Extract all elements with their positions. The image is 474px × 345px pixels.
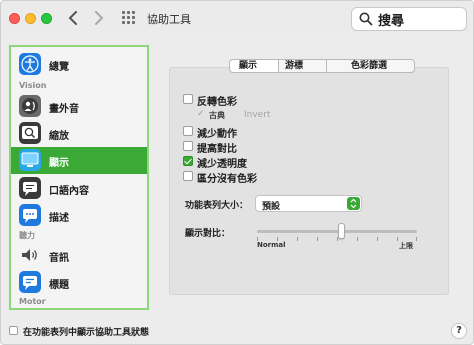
sidebar-item-descriptions[interactable]: 描述 bbox=[11, 202, 147, 229]
help-button[interactable]: ? bbox=[451, 323, 467, 339]
sidebar-item-label: 標題 bbox=[49, 280, 69, 291]
captions-icon bbox=[19, 271, 41, 293]
spoken-content-icon bbox=[19, 177, 41, 199]
sidebar-item-label: 總覽 bbox=[49, 62, 69, 73]
sidebar-item-label: 畫外音 bbox=[49, 104, 79, 115]
search-input[interactable] bbox=[376, 10, 464, 28]
show-in-menu-bar-label: 在功能表列中顯示協助工具狀態 bbox=[23, 328, 150, 338]
classic-invert-label: 古典 bbox=[209, 111, 225, 120]
sidebar-item-overview[interactable]: 總覽 bbox=[11, 51, 147, 78]
increase-contrast-checkbox[interactable] bbox=[183, 141, 193, 151]
sidebar-item-zoom[interactable]: 縮放 bbox=[11, 120, 147, 147]
sidebar-item-audio[interactable]: 音訊 bbox=[11, 242, 147, 269]
voiceover-icon bbox=[19, 95, 41, 117]
back-button[interactable] bbox=[63, 7, 85, 29]
sidebar-item-display[interactable]: 顯示 bbox=[11, 147, 147, 174]
display-contrast-slider[interactable] bbox=[257, 230, 417, 233]
zoom-window-button[interactable] bbox=[41, 13, 52, 24]
forward-button[interactable] bbox=[89, 7, 111, 29]
reduce-motion-label: 減少動作 bbox=[197, 129, 237, 140]
display-contrast-label: 顯示對比： bbox=[185, 229, 231, 239]
menu-bar-size-select[interactable]: 預設 bbox=[255, 195, 362, 212]
accessibility-icon bbox=[19, 53, 41, 75]
descriptions-icon bbox=[19, 204, 41, 226]
slider-tick bbox=[397, 237, 398, 241]
search-icon bbox=[359, 12, 373, 26]
search-field[interactable] bbox=[351, 7, 467, 31]
preferences-window: 協助工具 總覽 Vision bbox=[0, 0, 474, 345]
tab-display[interactable]: 顯示 bbox=[229, 59, 279, 73]
sidebar-section-hearing: 聽力 bbox=[19, 231, 35, 240]
tab-bar: 顯示 游標 色彩篩選 bbox=[229, 59, 415, 73]
display-contrast-slider-knob[interactable] bbox=[338, 223, 345, 239]
slider-tick bbox=[377, 237, 378, 241]
speaker-icon bbox=[19, 244, 41, 266]
reduce-motion-checkbox[interactable] bbox=[183, 126, 193, 136]
display-icon bbox=[19, 149, 41, 171]
reduce-transparency-label: 減少透明度 bbox=[197, 159, 247, 170]
tab-color-filters[interactable]: 色彩篩選 bbox=[327, 59, 415, 73]
chevron-left-icon bbox=[68, 11, 77, 25]
sidebar-section-vision: Vision bbox=[19, 81, 47, 90]
sidebar: 總覽 Vision 畫外音 縮放 顯示 口語內容 描述 聽力 音訊 標題 Mot… bbox=[9, 45, 149, 310]
sidebar-item-label: 音訊 bbox=[49, 253, 69, 264]
tab-cursor[interactable]: 游標 bbox=[279, 59, 327, 73]
zoom-icon bbox=[19, 122, 41, 144]
invert-colors-label: 反轉色彩 bbox=[197, 97, 237, 108]
close-window-button[interactable] bbox=[9, 13, 20, 24]
slider-tick bbox=[317, 237, 318, 241]
sidebar-item-label: 口語內容 bbox=[49, 186, 89, 197]
window-title: 協助工具 bbox=[147, 13, 191, 26]
show-in-menu-bar-checkbox[interactable] bbox=[9, 326, 18, 335]
slider-tick bbox=[297, 237, 298, 241]
differentiate-without-color-label: 區分沒有色彩 bbox=[197, 174, 257, 185]
sidebar-item-label: 描述 bbox=[49, 213, 69, 224]
increase-contrast-label: 提高對比 bbox=[197, 144, 237, 155]
chevron-right-icon bbox=[95, 11, 104, 25]
checkmark-icon: ✓ bbox=[197, 109, 205, 119]
sidebar-item-label: 縮放 bbox=[49, 131, 69, 142]
updown-arrows-icon bbox=[347, 197, 360, 210]
sidebar-item-captions[interactable]: 標題 bbox=[11, 269, 147, 296]
minimize-window-button[interactable] bbox=[25, 13, 36, 24]
sidebar-item-label: 顯示 bbox=[49, 158, 69, 169]
invert-colors-checkbox[interactable] bbox=[183, 94, 193, 104]
menu-bar-size-value: 預設 bbox=[262, 202, 281, 212]
slider-tick bbox=[357, 237, 358, 241]
show-all-grid-button[interactable] bbox=[122, 11, 138, 27]
sidebar-item-spoken-content[interactable]: 口語內容 bbox=[11, 175, 147, 202]
sidebar-section-motor: Motor bbox=[19, 297, 46, 306]
differentiate-without-color-checkbox[interactable] bbox=[183, 171, 193, 181]
slider-min-label: Normal bbox=[257, 241, 286, 249]
title-bar: 協助工具 bbox=[1, 1, 473, 37]
sidebar-item-voiceover[interactable]: 畫外音 bbox=[11, 93, 147, 120]
menu-bar-size-label: 功能表列大小： bbox=[185, 201, 249, 211]
slider-tick bbox=[416, 237, 417, 241]
classic-invert-extra-label: Invert bbox=[244, 110, 271, 120]
slider-max-label: 上限 bbox=[399, 242, 413, 250]
reduce-transparency-checkbox[interactable] bbox=[183, 156, 193, 166]
